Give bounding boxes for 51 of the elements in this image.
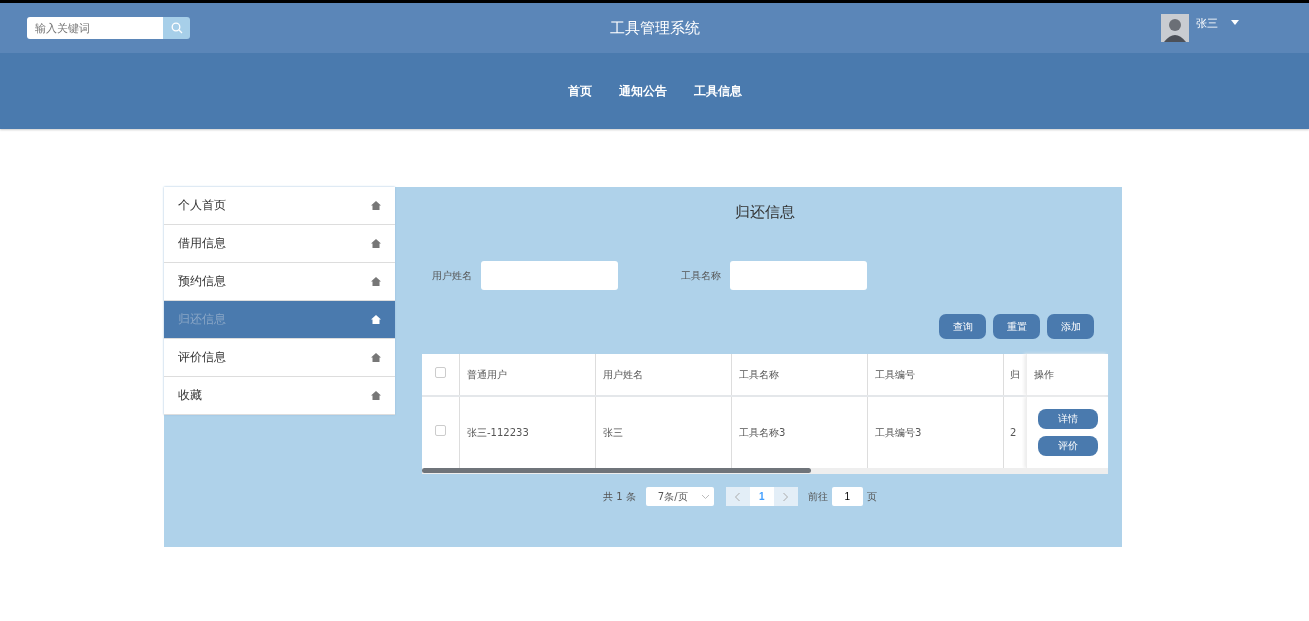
home-icon: [371, 239, 381, 248]
total-count: 共 1 条: [603, 489, 636, 504]
home-icon: [371, 315, 381, 324]
home-icon: [371, 201, 381, 210]
search-button[interactable]: [163, 17, 190, 39]
site-title: 工具管理系统: [609, 18, 700, 38]
sidebar-item[interactable]: 借用信息: [164, 225, 395, 263]
panel-title: 归还信息: [734, 203, 796, 223]
column-header: 用户姓名: [596, 354, 732, 395]
input-field[interactable]: [730, 261, 867, 290]
sidebar-item[interactable]: 个人首页: [164, 187, 395, 225]
column-header: 普通用户: [460, 354, 596, 395]
search-icon: [170, 22, 183, 34]
action-button[interactable]: 查询: [939, 314, 986, 339]
caret-icon[interactable]: [1231, 20, 1239, 25]
filter-label: 工具名称: [681, 268, 721, 283]
sidebar-item[interactable]: 收藏: [164, 377, 395, 415]
checkbox[interactable]: [435, 425, 446, 436]
chevron-icon: [735, 492, 741, 501]
column-header: 工具名称: [732, 354, 868, 395]
user-name[interactable]: 张三: [1196, 16, 1218, 31]
column-header: 工具编号: [868, 354, 1004, 395]
action-button[interactable]: 添加: [1047, 314, 1094, 339]
column-header: 操作: [1026, 354, 1108, 395]
column-header: 归: [1009, 367, 1021, 382]
chevron-icon: [701, 494, 709, 499]
scrollbar-thumb[interactable]: [422, 468, 811, 473]
search-field[interactable]: 输入关键词: [27, 17, 163, 39]
nav-link[interactable]: 工具信息: [693, 82, 742, 100]
home-icon: [371, 391, 381, 400]
home-icon: [371, 277, 381, 286]
filter-label: 用户姓名: [432, 268, 472, 283]
page-input[interactable]: 1: [831, 487, 863, 506]
checkbox[interactable]: [435, 367, 446, 378]
nav-link[interactable]: 通知公告: [618, 82, 667, 100]
next-page-button[interactable]: [773, 487, 798, 506]
sidebar-item[interactable]: 评价信息: [164, 339, 395, 377]
page-size-select[interactable]: 7条/页: [645, 487, 714, 506]
page-suffix: 页: [866, 489, 877, 504]
input-field[interactable]: [481, 261, 618, 290]
page-button[interactable]: 1: [749, 487, 774, 506]
nav-link[interactable]: 首页: [567, 82, 592, 100]
home-icon: [371, 353, 381, 362]
avatar[interactable]: [1161, 14, 1189, 42]
goto-label: 前往: [807, 489, 828, 504]
row-action-button[interactable]: 详情: [1038, 409, 1098, 429]
prev-page-button[interactable]: [725, 487, 750, 506]
table-cell-text: 2: [1009, 426, 1018, 440]
row-action-button[interactable]: 评价: [1038, 436, 1098, 456]
action-button[interactable]: 重置: [993, 314, 1040, 339]
chevron-icon: [783, 492, 789, 501]
